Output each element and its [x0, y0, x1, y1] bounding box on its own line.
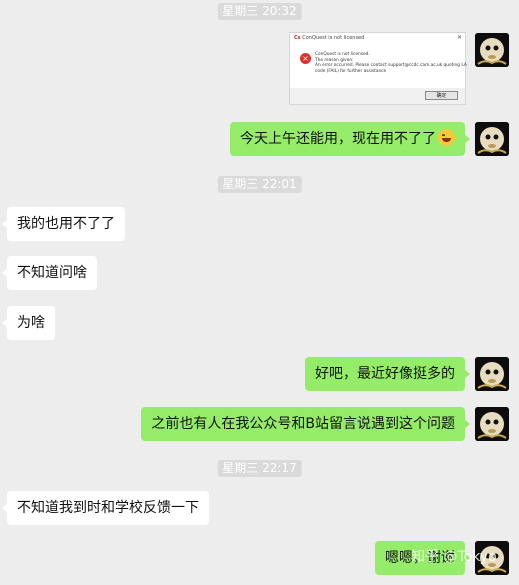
avatar[interactable] — [475, 122, 509, 156]
ghost-avatar-icon — [475, 357, 509, 391]
image-message-dialog-screenshot[interactable]: Cs ConQuest is not licensed ✕ × ConQuest… — [289, 32, 467, 105]
dialog-message: ConQuest is not licensed. The reason giv… — [315, 52, 467, 74]
ghost-avatar-icon — [475, 407, 509, 441]
my-message-bubble[interactable]: 今天上午还能用，现在用不了了 — [230, 122, 470, 156]
timestamp: 星期三 22:01 — [217, 176, 302, 193]
dialog-ok-button: 确定 — [425, 91, 458, 100]
timestamp: 星期三 20:32 — [217, 3, 302, 20]
avatar[interactable] — [475, 357, 509, 391]
ghost-avatar-icon — [475, 33, 509, 67]
chat-area: 星期三 20:32 Cs ConQuest is not licensed ✕ … — [0, 0, 519, 585]
dialog-title: Cs ConQuest is not licensed — [294, 35, 365, 41]
message-text: 为啥 — [17, 315, 45, 331]
avatar[interactable] — [475, 407, 509, 441]
ghost-avatar-icon — [475, 122, 509, 156]
message-text: 不知道问啥 — [17, 265, 87, 281]
timestamp: 星期三 22:17 — [217, 460, 302, 477]
other-message-bubble[interactable]: 不知道我到时和学校反馈一下 — [2, 491, 209, 525]
message-text: 今天上午还能用，现在用不了了 — [240, 131, 436, 147]
message-text: 我的也用不了了 — [17, 216, 115, 232]
error-circle-icon: × — [300, 53, 311, 64]
message-text: 之前也有人在我公众号和B站留言说遇到这个问题 — [151, 416, 455, 432]
my-message-bubble[interactable]: 之前也有人在我公众号和B站留言说遇到这个问题 — [141, 407, 470, 441]
other-message-bubble[interactable]: 我的也用不了了 — [2, 207, 125, 241]
dialog-footer: 确定 — [290, 88, 465, 104]
avatar[interactable] — [475, 33, 509, 67]
other-message-bubble[interactable]: 为啥 — [2, 306, 55, 340]
dialog-body: × ConQuest is not licensed. The reason g… — [290, 44, 467, 88]
my-message-bubble[interactable]: 好吧，最近好像挺多的 — [305, 357, 470, 391]
message-text: 好吧，最近好像挺多的 — [315, 366, 455, 382]
grin-sweat-emoji-icon — [438, 129, 455, 146]
dialog-close-icon: ✕ — [456, 34, 462, 41]
other-message-bubble[interactable]: 不知道问啥 — [2, 256, 97, 290]
watermark: 知乎 @Tokyo — [411, 549, 497, 565]
message-text: 不知道我到时和学校反馈一下 — [17, 500, 199, 516]
